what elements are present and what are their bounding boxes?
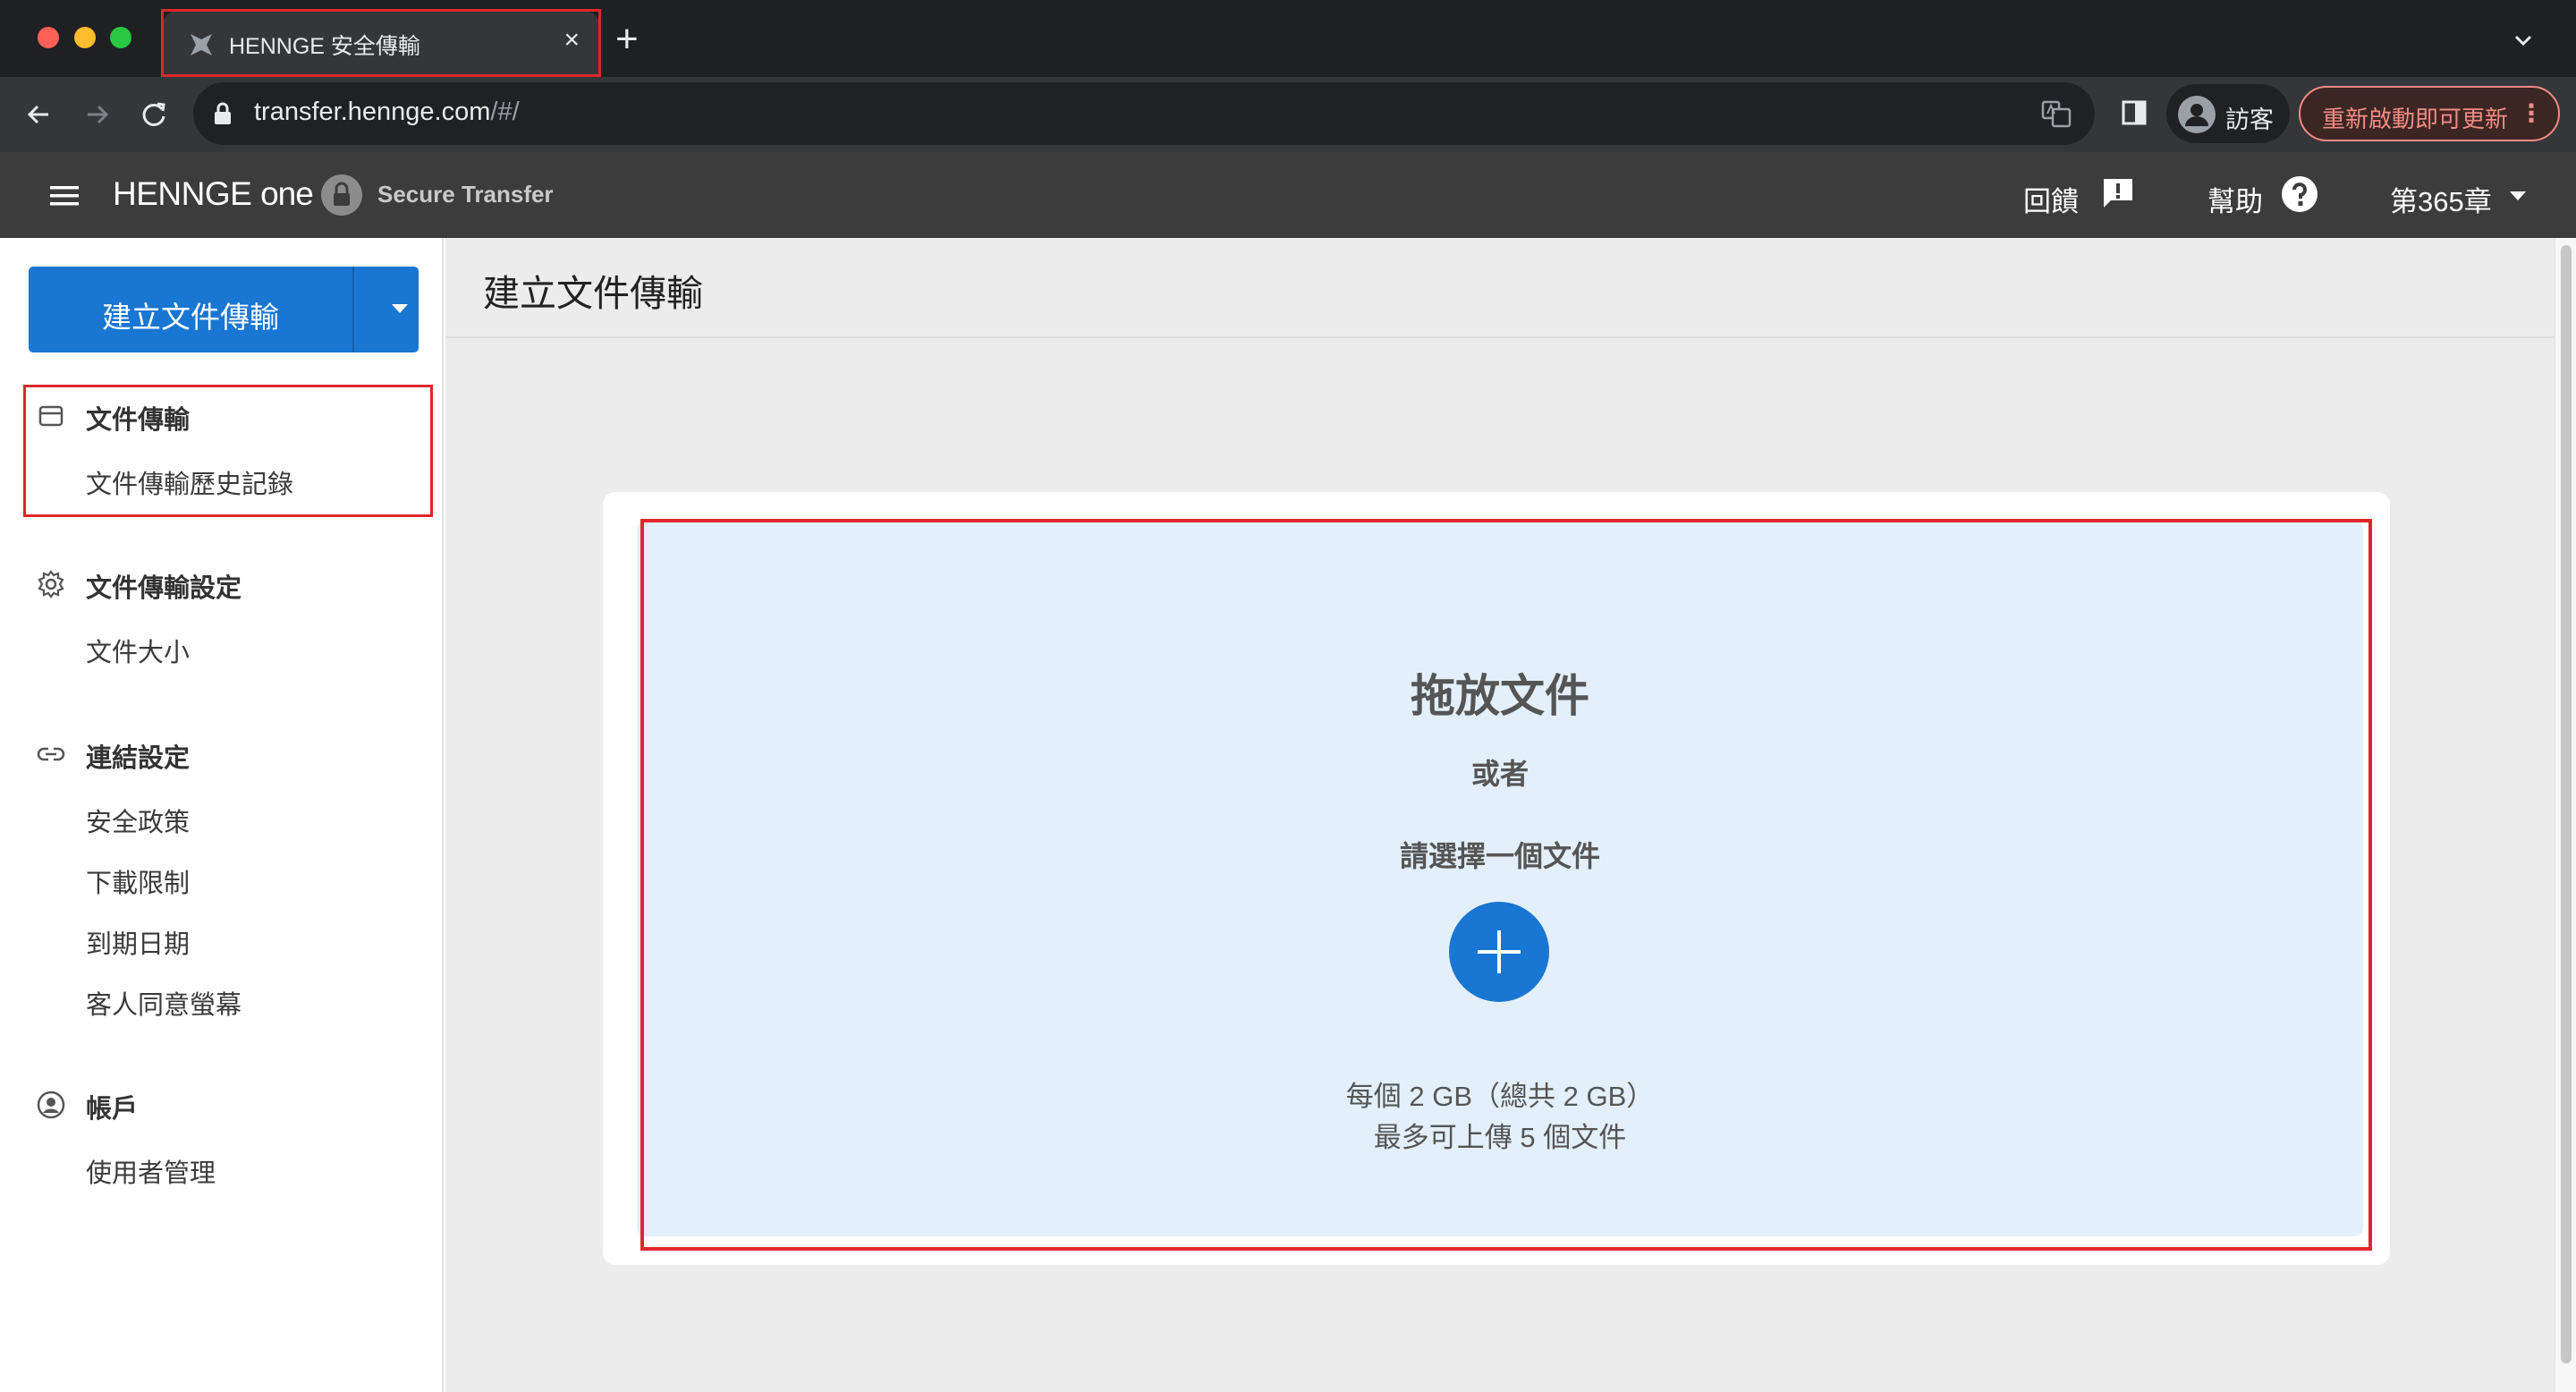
url-host: transfer.hennge.com: [254, 98, 491, 126]
account-circle-icon: [37, 1091, 65, 1119]
secure-transfer-icon: [321, 174, 362, 216]
relaunch-to-update-button[interactable]: 重新啟動即可更新 ⋮: [2299, 86, 2560, 141]
update-label: 重新啟動即可更新: [2322, 106, 2509, 132]
address-bar[interactable]: transfer.hennge.com/#/: [193, 82, 2095, 145]
gear-icon: [38, 570, 64, 598]
window-zoom-button[interactable]: [110, 27, 131, 48]
sidebar-group-label: 文件傳輸設定: [86, 574, 242, 603]
tab-highlight-box: [161, 9, 601, 77]
scrollbar-thumb[interactable]: [2561, 245, 2572, 1363]
hennge-one-logo[interactable]: HENNGE one: [113, 175, 314, 213]
page-title: 建立文件傳輸: [483, 273, 703, 314]
back-arrow-icon[interactable]: [21, 97, 57, 132]
new-tab-button[interactable]: +: [615, 20, 639, 59]
brand-one: one: [260, 175, 314, 212]
product-name: Secure Transfer: [377, 181, 554, 208]
sidebar-highlight-box: [23, 385, 433, 517]
sidebar-group-label: 帳戶: [86, 1095, 139, 1124]
sidebar-item-guest-consent-screen[interactable]: 客人同意螢幕: [86, 984, 242, 1022]
create-options-dropdown-icon[interactable]: [379, 267, 419, 352]
url-path: /#/: [490, 98, 520, 126]
browser-tab-bar: HENNGE 安全傳輸 × +: [0, 0, 2576, 77]
link-icon: [37, 747, 65, 761]
browser-menu-icon[interactable]: ⋮: [2519, 98, 2544, 128]
sidebar-item-expiry-date[interactable]: 到期日期: [86, 923, 190, 961]
tenant-menu[interactable]: 第365章: [2390, 179, 2492, 219]
title-divider: [445, 336, 2555, 338]
app-header: HENNGE one Secure Transfer 回饋 幫助 第365章: [0, 152, 2576, 238]
url-text[interactable]: transfer.hennge.com/#/: [254, 98, 520, 127]
sidebar-item-user-management[interactable]: 使用者管理: [86, 1152, 216, 1190]
caret-down-icon[interactable]: [2510, 191, 2526, 200]
reload-icon[interactable]: [136, 97, 172, 132]
sidebar-group-label: 連結設定: [86, 744, 191, 773]
feedback-icon: [2104, 179, 2132, 208]
create-transfer-button[interactable]: 建立文件傳輸: [29, 267, 419, 352]
split-button-divider: [352, 267, 354, 352]
lock-icon[interactable]: [213, 101, 233, 126]
dropzone-highlight-box: [640, 519, 2372, 1251]
browser-toolbar: transfer.hennge.com/#/ 訪客 重新啟動即可更新 ⋮: [0, 77, 2576, 152]
sidebar-item-download-limit[interactable]: 下載限制: [86, 862, 190, 900]
window-close-button[interactable]: [38, 27, 59, 48]
help-circle-icon: [2282, 176, 2318, 212]
create-transfer-label: 建立文件傳輸: [102, 301, 279, 334]
profile-name: 訪客: [2225, 106, 2274, 133]
sidebar-item-file-size[interactable]: 文件大小: [86, 632, 190, 669]
hamburger-menu-icon[interactable]: [50, 184, 79, 208]
help-label: 幫助: [2207, 186, 2263, 217]
brand-main: HENNGE: [113, 175, 252, 212]
profile-button[interactable]: 訪客: [2166, 84, 2290, 143]
forward-arrow-icon[interactable]: [79, 97, 114, 132]
tab-search-chevron-icon[interactable]: [2510, 27, 2537, 54]
side-panel-icon[interactable]: [2120, 98, 2148, 127]
guest-avatar-icon: [2178, 96, 2216, 133]
translate-icon[interactable]: [2041, 98, 2072, 129]
sidebar-item-security-policy[interactable]: 安全政策: [86, 802, 190, 839]
page-scrollbar[interactable]: [2555, 238, 2576, 1392]
window-minimize-button[interactable]: [74, 27, 96, 48]
feedback-label: 回饋: [2023, 186, 2079, 217]
